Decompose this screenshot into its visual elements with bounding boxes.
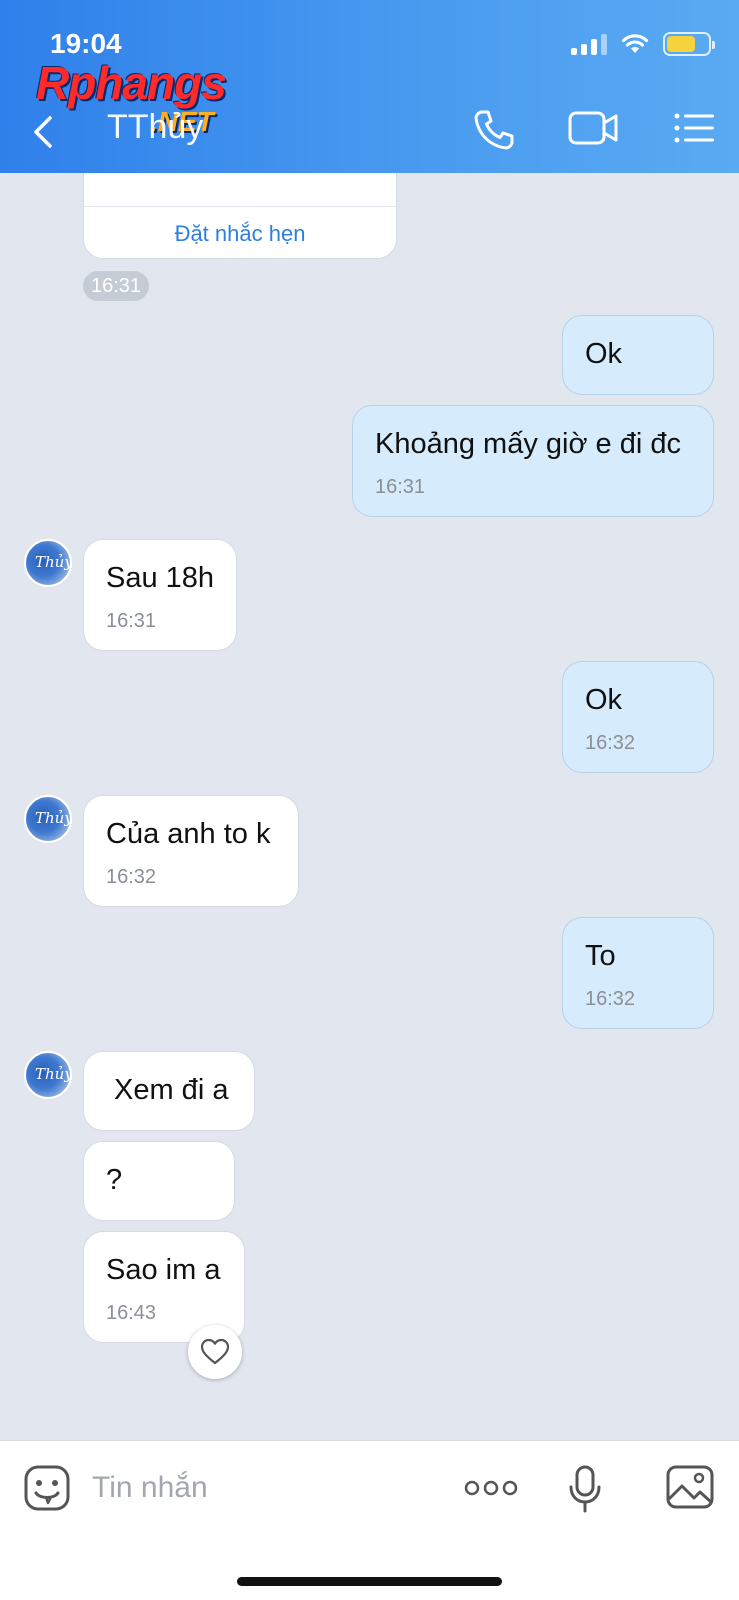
- message-bubble-incoming[interactable]: Sau 18h 16:31: [83, 539, 237, 651]
- list-menu-icon: [674, 113, 714, 143]
- react-button[interactable]: [188, 1325, 242, 1379]
- microphone-icon: [569, 1465, 601, 1513]
- image-gallery-icon: [666, 1465, 714, 1509]
- avatar-label: Thủy: [35, 1065, 72, 1083]
- message-list[interactable]: Đặt nhắc hẹn 16:31 Ok Khoảng mấy giờ e đ…: [0, 173, 739, 1440]
- more-dots-icon: [464, 1480, 518, 1496]
- message-time: 16:31: [375, 476, 426, 498]
- message-text: To: [585, 940, 616, 972]
- message-input[interactable]: [92, 1463, 432, 1513]
- contact-avatar[interactable]: Thủy: [24, 539, 72, 587]
- wifi-icon: [621, 34, 649, 53]
- voice-message-button[interactable]: [568, 1465, 602, 1513]
- message-bubble-incoming[interactable]: Của anh to k 16:32: [83, 795, 299, 907]
- message-bubble-incoming[interactable]: Xem đi a: [83, 1051, 255, 1131]
- avatar-label: Thủy: [35, 809, 72, 827]
- heart-icon: [200, 1338, 230, 1365]
- status-icons: [571, 32, 715, 56]
- chat-header: 19:04 Rphangs .NET TThủy: [0, 0, 739, 173]
- sticker-emoji-icon: [24, 1465, 70, 1511]
- message-text: ?: [106, 1164, 123, 1196]
- reminder-card: Đặt nhắc hẹn: [83, 173, 397, 259]
- avatar-label: Thủy: [35, 553, 72, 571]
- chat-title[interactable]: TThủy: [107, 108, 203, 147]
- message-text: Sau 18h: [106, 562, 215, 594]
- message-text: Ok: [585, 684, 623, 716]
- call-button[interactable]: [472, 108, 524, 152]
- message-time: 16:43: [106, 1302, 157, 1324]
- message-bubble-outgoing[interactable]: Khoảng mấy giờ e đi đc 16:31: [352, 405, 714, 517]
- message-text: Ok: [585, 338, 623, 370]
- video-call-button[interactable]: [568, 108, 620, 152]
- signal-icon: [571, 33, 607, 55]
- message-time: 16:32: [585, 732, 636, 754]
- watermark-logo: Rphangs: [36, 57, 227, 109]
- message-composer: [0, 1440, 739, 1600]
- set-reminder-button[interactable]: Đặt nhắc hẹn: [84, 206, 396, 260]
- message-bubble-outgoing[interactable]: Ok: [562, 315, 714, 395]
- message-time: 16:32: [585, 988, 636, 1010]
- home-indicator: [237, 1577, 502, 1586]
- sticker-button[interactable]: [24, 1465, 70, 1511]
- chevron-left-icon: [34, 116, 52, 148]
- message-bubble-outgoing[interactable]: Ok 16:32: [562, 661, 714, 773]
- contact-avatar[interactable]: Thủy: [24, 795, 72, 843]
- message-bubble-incoming[interactable]: ?: [83, 1141, 235, 1221]
- send-image-button[interactable]: [666, 1465, 714, 1509]
- message-time: 16:32: [106, 866, 157, 888]
- message-text: Xem đi a: [114, 1074, 229, 1106]
- message-text: Khoảng mấy giờ e đi đc: [375, 428, 681, 460]
- video-camera-icon: [568, 111, 618, 145]
- more-options-button[interactable]: [464, 1475, 518, 1501]
- back-button[interactable]: [28, 112, 62, 152]
- message-text: Của anh to k: [106, 818, 271, 850]
- contact-avatar[interactable]: Thủy: [24, 1051, 72, 1099]
- message-text: Sao im a: [106, 1254, 221, 1286]
- message-time: 16:31: [106, 610, 157, 632]
- message-bubble-outgoing[interactable]: To 16:32: [562, 917, 714, 1029]
- battery-icon: [663, 32, 715, 56]
- phone-icon: [474, 110, 514, 150]
- options-menu-button[interactable]: [672, 108, 724, 152]
- timestamp-chip: 16:31: [83, 271, 149, 301]
